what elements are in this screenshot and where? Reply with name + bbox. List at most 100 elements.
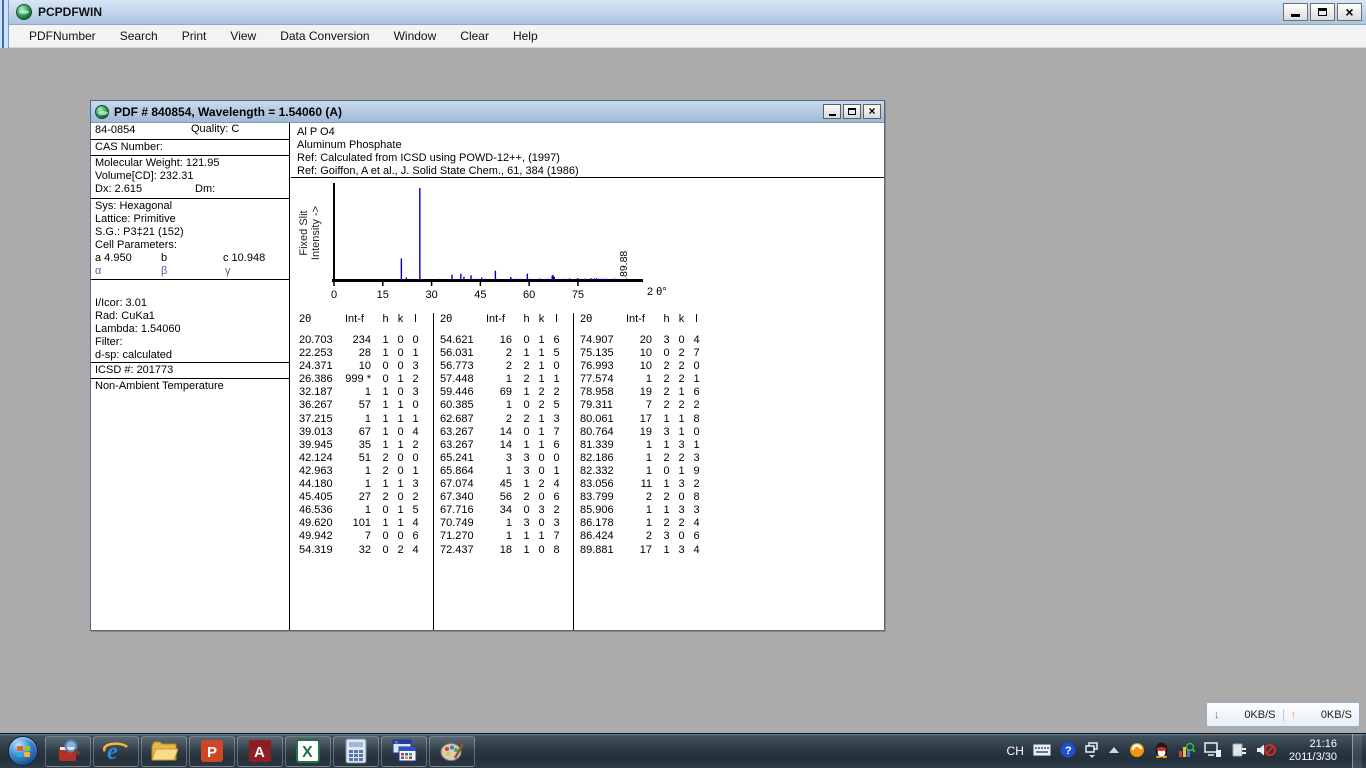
show-desktop-button[interactable] <box>1352 734 1362 768</box>
table-row: 85.906 1 1 3 3 <box>580 504 700 517</box>
comment-note: Non-Ambient Temperature <box>95 380 224 392</box>
filter: Filter: <box>95 336 123 348</box>
table-row: 72.437 18 1 0 8 <box>440 543 560 556</box>
svg-text:60: 60 <box>523 289 535 301</box>
close-icon: × <box>868 104 876 118</box>
calculator-icon[interactable] <box>333 735 379 767</box>
d-spacing: d-sp: calculated <box>95 349 173 361</box>
table-row: 59.446 69 1 2 2 <box>440 386 560 399</box>
icsd-number: ICSD #: 201773 <box>95 364 174 376</box>
background-window-edge <box>0 0 9 50</box>
sogou-icon[interactable] <box>1129 742 1145 761</box>
excel-icon[interactable]: X <box>285 735 331 767</box>
folder-icon[interactable] <box>141 735 187 767</box>
language-indicator[interactable]: CH <box>1007 744 1024 758</box>
clock[interactable]: 21:16 2011/3/30 <box>1285 738 1343 764</box>
table-row: 65.241 3 3 0 0 <box>440 451 560 464</box>
table-row: 32.187 1 1 0 3 <box>299 386 419 399</box>
svg-text:15: 15 <box>377 289 389 301</box>
taskbar: e P A X C: CH ? 21:16 2011/3/30 <box>0 733 1366 768</box>
menu-search[interactable]: Search <box>108 26 170 46</box>
network-speed-widget[interactable]: ↓ 0KB/S ↑ 0KB/S <box>1206 702 1360 727</box>
menu-data-conversion[interactable]: Data Conversion <box>268 26 381 46</box>
table-row: 44.180 1 1 1 3 <box>299 478 419 491</box>
svg-text:X: X <box>302 744 313 761</box>
card-maximize-button[interactable] <box>843 104 861 119</box>
windows-logo-icon <box>17 746 30 757</box>
table-body: 54.621 16 0 1 6 56.031 2 1 1 5 56.773 2 2 1 0 57.448 1 2 1… <box>434 334 573 557</box>
help-icon[interactable]: ? <box>1060 742 1076 761</box>
table-row: 65.864 1 3 0 1 <box>440 464 560 477</box>
close-button[interactable]: × <box>1337 3 1362 21</box>
table-row: 77.574 1 2 2 1 <box>580 373 700 386</box>
minimize-button[interactable] <box>1283 3 1308 21</box>
table-row: 82.186 1 2 2 3 <box>580 451 700 464</box>
table-row: 67.340 56 2 0 6 <box>440 491 560 504</box>
stock-chart-icon[interactable] <box>1178 742 1196 761</box>
minimize-icon <box>828 113 836 116</box>
reference-1: Ref: Calculated from ICSD using POWD-12+… <box>297 152 560 164</box>
main-titlebar: PCPDFWIN × <box>9 0 1366 25</box>
powerpoint-icon[interactable]: P <box>189 735 235 767</box>
svg-text:A: A <box>254 744 265 761</box>
card-titlebar[interactable]: PDF # 840854, Wavelength = 1.54060 (A) × <box>91 101 884 123</box>
diffraction-chart: Fixed Slit Intensity -> 0 15 30 45 60 75 89.8… <box>291 181 691 309</box>
table-row: 54.621 16 0 1 6 <box>440 334 560 346</box>
column-header: Int-f <box>486 313 505 325</box>
column-header: k <box>397 313 404 325</box>
maximize-icon <box>848 108 856 115</box>
card-minimize-button[interactable] <box>823 104 841 119</box>
phase-header: Al P O4 Aluminum Phosphate Ref: Calculat… <box>291 123 884 178</box>
menu-pdfnumber[interactable]: PDFNumber <box>17 26 108 46</box>
menu-window[interactable]: Window <box>382 26 449 46</box>
svg-text:C:: C: <box>395 740 399 745</box>
qq-icon[interactable] <box>1154 742 1169 761</box>
i-icor: I/Icor: 3.01 <box>95 297 147 309</box>
peak-table-group-3: 2θ Int-f h k l 74.907 20 3 0 4 75.135 10 0 2 7 76.993 1… <box>573 313 713 630</box>
svg-text:75: 75 <box>572 289 584 301</box>
card-window-title: PDF # 840854, Wavelength = 1.54060 (A) <box>114 104 342 119</box>
formula: Al P O4 <box>297 126 335 138</box>
internet-explorer-icon[interactable]: e <box>93 735 139 767</box>
svg-text:0: 0 <box>331 289 337 301</box>
peak-annotation: 89.88 <box>618 251 630 277</box>
table-row: 39.013 67 1 0 4 <box>299 425 419 438</box>
table-row: 39.945 35 1 1 2 <box>299 438 419 451</box>
table-row: 49.620 101 1 1 4 <box>299 517 419 530</box>
volume-muted-icon[interactable] <box>1256 742 1276 761</box>
table-row: 62.687 2 2 1 3 <box>440 412 560 425</box>
column-header: 2θ <box>299 313 312 325</box>
pcpdfwin-taskbar-icon[interactable]: C: <box>381 735 427 767</box>
column-header: l <box>414 313 417 325</box>
network-icon[interactable] <box>1204 741 1222 761</box>
reference-2: Ref: Goiffon, A et al., J. Solid State C… <box>297 165 579 177</box>
crystal-system: Sys: Hexagonal <box>95 200 173 212</box>
show-hidden-icons[interactable] <box>1108 746 1120 757</box>
svg-text:P: P <box>207 744 217 761</box>
window-restore-icon[interactable] <box>1085 741 1099 761</box>
adobe-reader-icon[interactable]: A <box>237 735 283 767</box>
dictionary-icon[interactable] <box>45 735 91 767</box>
download-arrow-icon: ↓ <box>1214 708 1220 721</box>
pattern-panel: Al P O4 Aluminum Phosphate Ref: Calculat… <box>291 123 884 630</box>
column-header: l <box>555 313 558 325</box>
start-button[interactable] <box>8 736 38 766</box>
table-body: 74.907 20 3 0 4 75.135 10 0 2 7 76.993 10 2 2 0 77.574 1… <box>574 334 713 557</box>
table-row: 67.716 34 0 3 2 <box>440 504 560 517</box>
menu-clear[interactable]: Clear <box>448 26 501 46</box>
device-plug-icon[interactable] <box>1231 742 1247 761</box>
x-axis-ticks: 0 15 30 45 60 75 <box>331 280 584 301</box>
y-axis-label-line1: Fixed Slit <box>298 210 310 255</box>
cell-c: c 10.948 <box>223 252 266 264</box>
paint-icon[interactable] <box>429 735 475 767</box>
space-group: S.G.: P3‡21 (152) <box>95 226 184 238</box>
menu-print[interactable]: Print <box>170 26 219 46</box>
menu-help[interactable]: Help <box>501 26 550 46</box>
cell-a: a 4.950 <box>95 252 132 264</box>
menu-view[interactable]: View <box>218 26 268 46</box>
keyboard-icon[interactable] <box>1032 743 1051 759</box>
card-close-button[interactable]: × <box>863 104 881 119</box>
maximize-button[interactable] <box>1310 3 1335 21</box>
svg-text:?: ? <box>1065 745 1072 757</box>
card-client: 84-0854 Quality: C CAS Number: Molecular… <box>91 123 884 630</box>
